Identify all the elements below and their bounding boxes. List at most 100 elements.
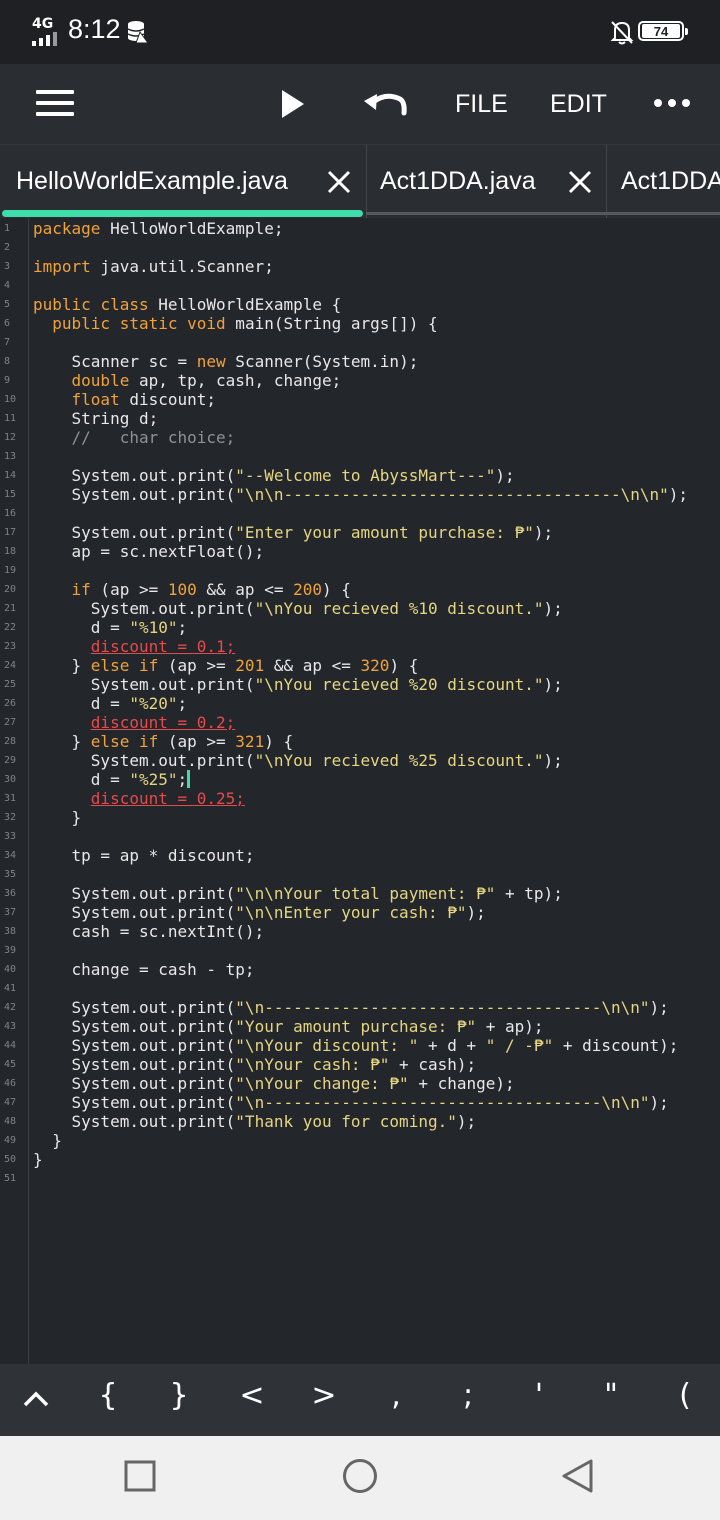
more-icon[interactable]	[654, 99, 690, 109]
line-number: 14	[4, 470, 17, 481]
key-comma[interactable]: ,	[376, 1378, 416, 1413]
tab-divider	[366, 212, 720, 215]
key-single-quote[interactable]: '	[519, 1378, 559, 1413]
code-line: public static void main(String args[]) {	[52, 314, 438, 333]
undo-icon[interactable]	[362, 86, 408, 120]
line-number: 37	[4, 907, 17, 918]
line-number: 13	[4, 451, 17, 462]
system-nav-bar	[0, 1436, 720, 1520]
line-number: 43	[4, 1021, 17, 1032]
code-line: float discount;	[71, 390, 217, 409]
square-nav-icon[interactable]	[124, 1460, 156, 1492]
text-cursor	[187, 770, 191, 788]
play-icon[interactable]	[278, 88, 308, 120]
key-close-brace[interactable]: }	[159, 1378, 199, 1413]
line-number: 1	[4, 223, 11, 234]
tab-act1dda[interactable]: Act1DDA.java	[366, 145, 605, 218]
code-line: }	[33, 1131, 62, 1150]
line-number: 38	[4, 926, 17, 937]
code-line: double ap, tp, cash, change;	[71, 371, 342, 390]
code-line: Scanner sc = new Scanner(System.in);	[33, 352, 419, 371]
line-number: 35	[4, 869, 17, 880]
line-number: 45	[4, 1059, 17, 1070]
code-line: change = cash - tp;	[33, 960, 255, 979]
line-number: 12	[4, 432, 17, 443]
code-line: } else if (ap >= 201 && ap <= 320) {	[33, 656, 419, 675]
code-line: String d;	[33, 409, 159, 428]
menu-icon[interactable]	[36, 88, 76, 120]
code-line: System.out.print("\n\nEnter your cash: ₱…	[33, 903, 486, 922]
line-number: 29	[4, 755, 17, 766]
line-number: 24	[4, 660, 17, 671]
code-line: }	[33, 1150, 43, 1169]
battery-level: 74	[642, 24, 680, 39]
key-open-paren[interactable]: (	[665, 1378, 705, 1413]
key-double-quote[interactable]: "	[591, 1378, 631, 1413]
key-open-brace[interactable]: {	[88, 1378, 128, 1413]
line-number: 5	[4, 299, 11, 310]
code-editor[interactable]: 1 2 3 4 5 6 7 8 9 10 11 12 13 14 15 16 17 18 19 20 21 22 23 24 2…	[0, 218, 720, 1364]
code-line: System.out.print("\nYou recieved %10 dis…	[33, 599, 563, 618]
line-number: 20	[4, 584, 17, 595]
circle-nav-icon[interactable]	[342, 1458, 378, 1494]
line-number: 27	[4, 717, 17, 728]
line-number: 15	[4, 489, 17, 500]
code-line: System.out.print("\nYou recieved %25 dis…	[33, 751, 563, 770]
line-number: 44	[4, 1040, 17, 1051]
key-semicolon[interactable]: ;	[448, 1378, 488, 1413]
code-line: d = "%20";	[33, 694, 188, 713]
key-greater-than[interactable]: >	[304, 1378, 344, 1413]
key-less-than[interactable]: <	[232, 1378, 272, 1413]
code-line: public class HelloWorldExample {	[33, 295, 342, 314]
line-number: 47	[4, 1097, 17, 1108]
line-number: 22	[4, 622, 17, 633]
file-menu-button[interactable]: FILE	[455, 90, 508, 119]
line-number: 31	[4, 793, 17, 804]
line-number: 39	[4, 945, 17, 956]
line-number: 17	[4, 527, 17, 538]
code-line: System.out.print("Your amount purchase: …	[33, 1017, 544, 1036]
code-line: System.out.print("--Welcome to AbyssMart…	[33, 466, 515, 485]
network-type: 4G	[32, 16, 54, 32]
mute-bell-icon	[610, 21, 634, 45]
line-number: 6	[4, 318, 11, 329]
line-number: 33	[4, 831, 17, 842]
code-line: System.out.print("\nYour cash: ₱" + cash…	[33, 1055, 477, 1074]
storage-icon	[127, 21, 149, 44]
code-line: discount = 0.2;	[90, 713, 236, 732]
code-line: ap = sc.nextFloat();	[33, 542, 265, 561]
line-number: 18	[4, 546, 17, 557]
code-line: System.out.print("\n\nYour total payment…	[33, 884, 563, 903]
file-tabs: HelloWorldExample.java Act1DDA.java Act1…	[0, 144, 720, 218]
line-number: 26	[4, 698, 17, 709]
code-line: tp = ap * discount;	[33, 846, 255, 865]
code-line: package HelloWorldExample;	[33, 219, 284, 238]
code-line: System.out.print("\n--------------------…	[33, 1093, 669, 1112]
clock: 8:12	[68, 14, 121, 44]
line-number: 41	[4, 983, 17, 994]
line-number: 9	[4, 375, 11, 386]
battery-icon: 74	[638, 21, 688, 41]
code-line: System.out.print("\n\n------------------…	[33, 485, 689, 504]
code-line: d = "%25";	[33, 770, 191, 789]
edit-menu-button[interactable]: EDIT	[550, 90, 607, 119]
caret-up-icon[interactable]	[22, 1386, 50, 1412]
line-number: 19	[4, 565, 17, 576]
line-number: 36	[4, 888, 17, 899]
code-line: }	[33, 808, 82, 827]
line-number: 46	[4, 1078, 17, 1089]
tab-label: Act1DDA	[621, 167, 720, 195]
code-line: } else if (ap >= 321) {	[33, 732, 294, 751]
line-number: 34	[4, 850, 17, 861]
close-icon[interactable]	[326, 169, 352, 195]
tab-helloworldexample[interactable]: HelloWorldExample.java	[0, 145, 363, 218]
tab-label: HelloWorldExample.java	[16, 167, 288, 195]
line-number: 40	[4, 964, 17, 975]
back-nav-icon[interactable]	[560, 1458, 596, 1494]
tab-act1dda-2[interactable]: Act1DDA	[606, 145, 720, 218]
toolbar: FILE EDIT	[0, 64, 720, 144]
line-number: 32	[4, 812, 17, 823]
close-icon[interactable]	[567, 169, 593, 195]
code-line: System.out.print("Enter your amount purc…	[33, 523, 554, 542]
symbol-keys-bar: { } < > , ; ' " (	[0, 1364, 720, 1436]
